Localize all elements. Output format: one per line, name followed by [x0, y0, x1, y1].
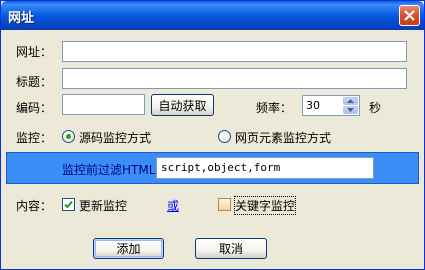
title-label: 标题： [16, 75, 53, 89]
radio-element-label[interactable]: 网页元素监控方式 [235, 129, 331, 146]
encoding-input[interactable] [62, 94, 145, 115]
html-filter-panel: 监控前过滤HTML script,object,form [6, 152, 419, 184]
close-icon [404, 10, 415, 21]
content-label: 内容： [16, 199, 53, 213]
keyword-monitor-label[interactable]: 关键字监控 [233, 196, 297, 215]
radio-source-label[interactable]: 源码监控方式 [79, 129, 151, 146]
checkmark-icon [64, 200, 73, 209]
close-button[interactable] [399, 5, 420, 26]
stepper-up-button[interactable] [343, 97, 358, 105]
update-monitor-checkbox[interactable] [62, 198, 75, 211]
frequency-unit: 秒 [369, 101, 382, 115]
window-title: 网址 [8, 11, 35, 26]
cancel-button[interactable]: 取消 [195, 238, 267, 259]
radio-source-monitor[interactable] [62, 130, 75, 143]
stepper-down-button[interactable] [343, 106, 358, 114]
frequency-label: 频率： [256, 101, 293, 115]
triangle-up-icon [347, 99, 354, 103]
url-label: 网址： [16, 45, 53, 59]
dialog-window: 网址 网址： 标题： 编码： 自动获取 频率： 30 秒 监控： 源码监控方式 … [0, 0, 425, 270]
title-input[interactable] [62, 68, 407, 89]
filter-label: 监控前过滤HTML [62, 163, 156, 177]
auto-detect-button[interactable]: 自动获取 [151, 94, 214, 116]
title-bar[interactable]: 网址 [1, 1, 424, 30]
triangle-down-icon [347, 108, 354, 112]
keyword-monitor-checkbox[interactable] [218, 198, 231, 211]
frequency-value: 30 [306, 99, 320, 112]
radio-element-monitor[interactable] [218, 130, 231, 143]
or-link[interactable]: 或 [167, 197, 179, 214]
add-button[interactable]: 添加 [93, 238, 164, 259]
frequency-stepper[interactable]: 30 [302, 95, 360, 116]
filter-input[interactable]: script,object,form [156, 157, 374, 179]
url-input[interactable] [62, 41, 407, 62]
encoding-label: 编码： [16, 101, 53, 115]
monitor-label: 监控： [16, 131, 53, 145]
update-monitor-label[interactable]: 更新监控 [79, 197, 127, 214]
stepper-buttons [343, 97, 358, 114]
